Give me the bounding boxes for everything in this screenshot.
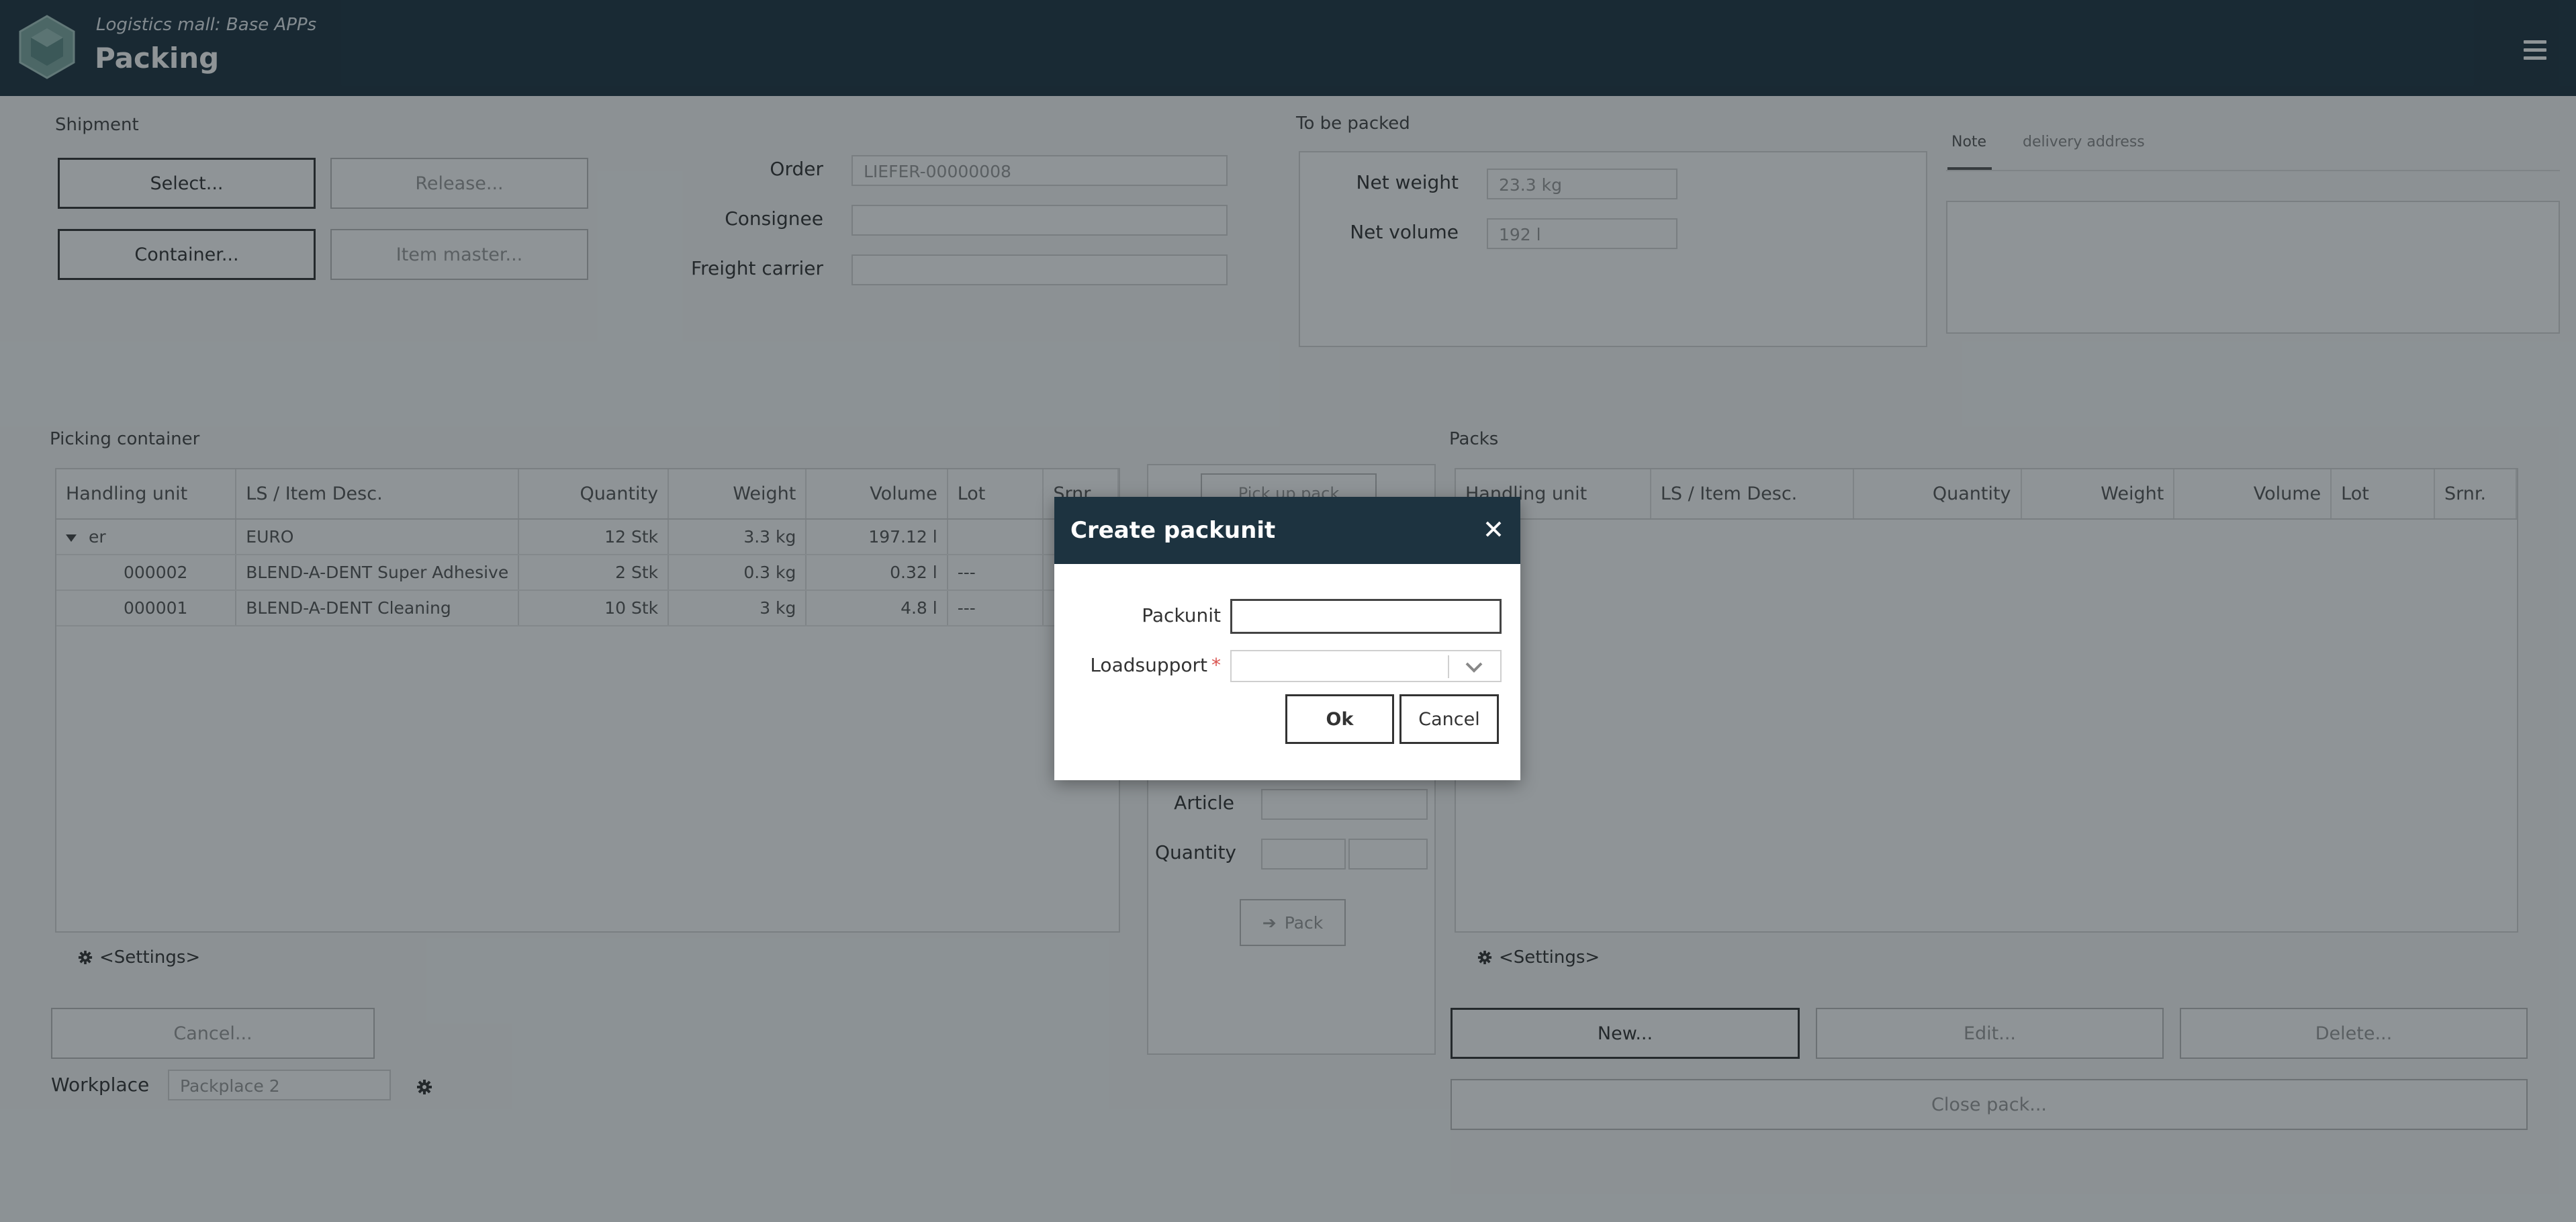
ok-button[interactable]: Ok (1285, 694, 1394, 744)
packunit-input[interactable] (1230, 599, 1502, 634)
dialog-header: Create packunit (1054, 497, 1520, 564)
loadsupport-select[interactable] (1230, 650, 1502, 682)
dialog-cancel-button[interactable]: Cancel (1399, 694, 1499, 744)
close-icon[interactable] (1484, 520, 1503, 538)
packunit-label: Packunit (1142, 604, 1221, 626)
loadsupport-label-group: Loadsupport * (1074, 654, 1221, 676)
required-mark: * (1211, 654, 1221, 676)
loadsupport-label: Loadsupport (1090, 654, 1207, 676)
create-packunit-dialog: Create packunit Packunit Loadsupport * Ok… (1054, 497, 1520, 780)
dialog-title: Create packunit (1070, 517, 1276, 544)
chevron-down-icon[interactable] (1464, 658, 1484, 675)
select-divider (1448, 655, 1449, 678)
